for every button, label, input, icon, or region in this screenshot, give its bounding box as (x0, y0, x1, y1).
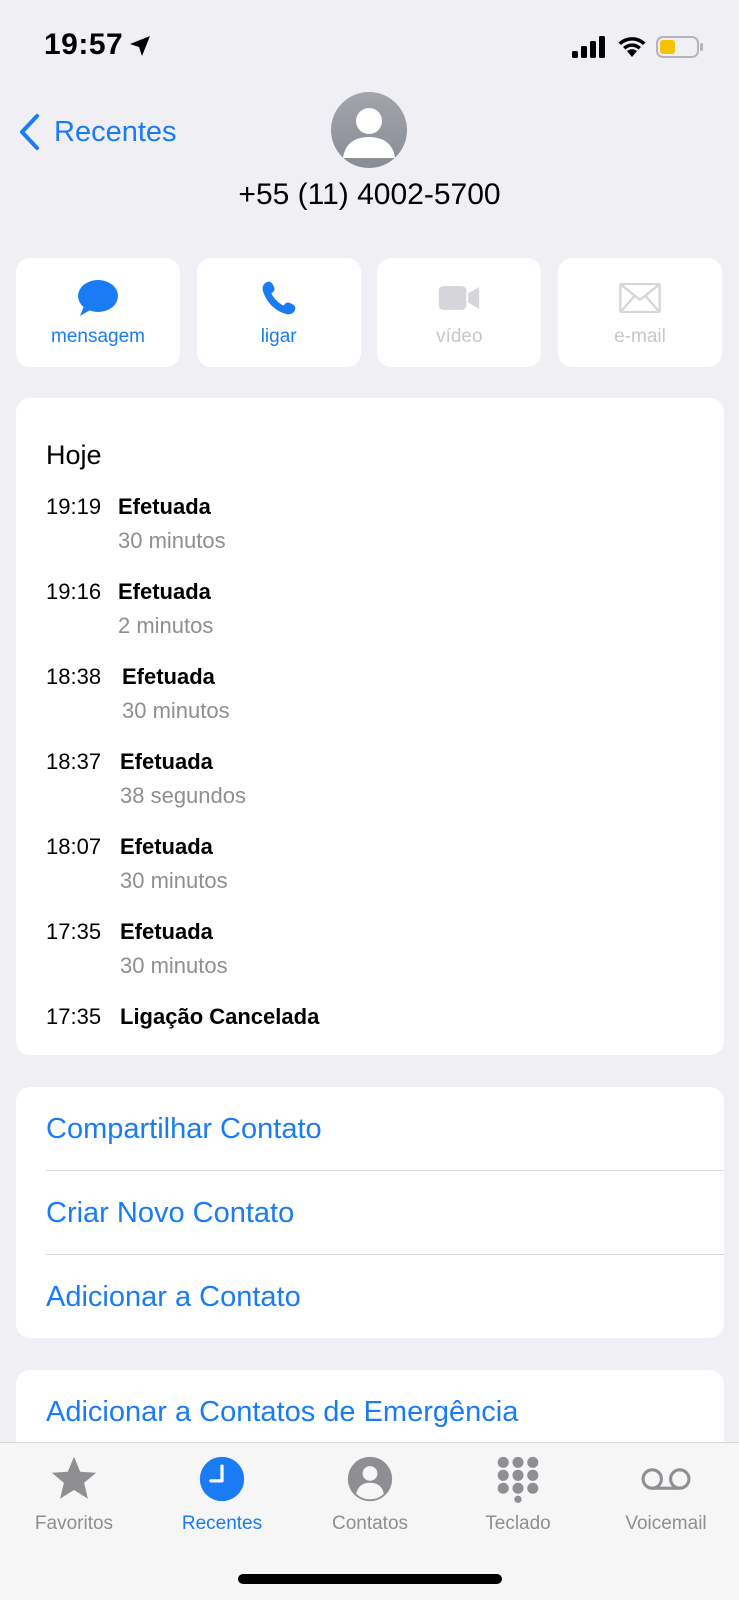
tab-label: Teclado (485, 1513, 551, 1534)
tab-voicemail[interactable]: Voicemail (592, 1453, 739, 1535)
call-duration: 2 minutos (118, 613, 214, 638)
video-button[interactable]: vídeo (377, 258, 542, 367)
call-duration: 30 minutos (118, 528, 226, 553)
call-time: 18:07 (46, 834, 102, 859)
mail-icon (618, 278, 662, 318)
message-icon (76, 278, 120, 318)
video-label: vídeo (436, 325, 483, 347)
emergency-contacts-card: Adicionar a Contatos de Emergência (16, 1370, 724, 1450)
call-time: 19:16 (46, 579, 102, 604)
person-icon (344, 1453, 396, 1505)
voicemail-icon (640, 1453, 692, 1505)
call-time: 17:35 (46, 919, 102, 944)
tab-label: Contatos (331, 1513, 409, 1534)
call-type: Efetuada (118, 579, 211, 604)
status-time: 19:57 (44, 28, 124, 61)
call-type: Efetuada (118, 494, 211, 519)
message-label: mensagem (51, 325, 145, 347)
call-duration: 30 minutos (122, 698, 230, 723)
share-contact-button[interactable]: Compartilhar Contato (46, 1087, 724, 1171)
call-type: Efetuada (122, 664, 215, 689)
call-time: 18:38 (46, 664, 102, 689)
status-bar: 19:57 (0, 0, 739, 90)
call-label: ligar (260, 325, 297, 347)
star-icon (48, 1453, 100, 1505)
call-type: Efetuada (120, 834, 213, 859)
tab-label: Favoritos (34, 1513, 114, 1534)
call-duration: 38 segundos (120, 783, 246, 808)
chevron-left-icon (20, 114, 39, 150)
call-time: 17:35 (46, 1004, 102, 1029)
location-arrow-icon (130, 36, 150, 56)
email-label: e-mail (614, 325, 666, 347)
call-history-card: Hoje 19:19 Efetuada 30 minutos 19:16 Efe… (16, 398, 724, 1055)
message-button[interactable]: mensagem (16, 258, 180, 367)
tab-favoritos[interactable]: Favoritos (0, 1453, 148, 1535)
back-label: Recentes (54, 115, 177, 148)
tab-label: Recentes (181, 1513, 263, 1534)
person-silhouette-icon (343, 108, 395, 158)
tab-label: Voicemail (625, 1513, 707, 1534)
battery-low-icon (656, 36, 703, 58)
avatar (331, 92, 407, 168)
call-type: Ligação Cancelada (120, 1004, 320, 1029)
tab-teclado[interactable]: Teclado (444, 1453, 592, 1535)
video-icon (437, 278, 481, 318)
call-time: 19:19 (46, 494, 102, 519)
call-duration: 30 minutos (120, 953, 228, 978)
tab-recentes[interactable]: Recentes (148, 1453, 296, 1535)
email-button[interactable]: e-mail (557, 258, 722, 367)
call-time: 18:37 (46, 749, 102, 774)
quick-actions: mensagem ligar vídeo e-mail (16, 258, 722, 367)
history-date-label: Hoje (46, 440, 102, 470)
call-type: Efetuada (120, 749, 213, 774)
call-type: Efetuada (120, 919, 213, 944)
call-duration: 30 minutos (120, 868, 228, 893)
back-button[interactable]: Recentes (16, 108, 177, 156)
add-to-contact-button[interactable]: Adicionar a Contato (46, 1255, 724, 1339)
clock-icon (196, 1453, 248, 1505)
contact-phone-number: +55 (11) 4002-5700 (238, 178, 501, 211)
phone-icon (257, 278, 301, 318)
home-indicator[interactable] (238, 1574, 502, 1584)
wifi-icon (618, 37, 646, 57)
cellular-signal-icon (572, 36, 605, 58)
keypad-icon (492, 1453, 544, 1505)
contact-options-card: Compartilhar Contato Criar Novo Contato … (16, 1087, 724, 1338)
tab-contatos[interactable]: Contatos (296, 1453, 444, 1535)
create-new-contact-button[interactable]: Criar Novo Contato (46, 1171, 724, 1255)
call-button[interactable]: ligar (196, 258, 361, 367)
